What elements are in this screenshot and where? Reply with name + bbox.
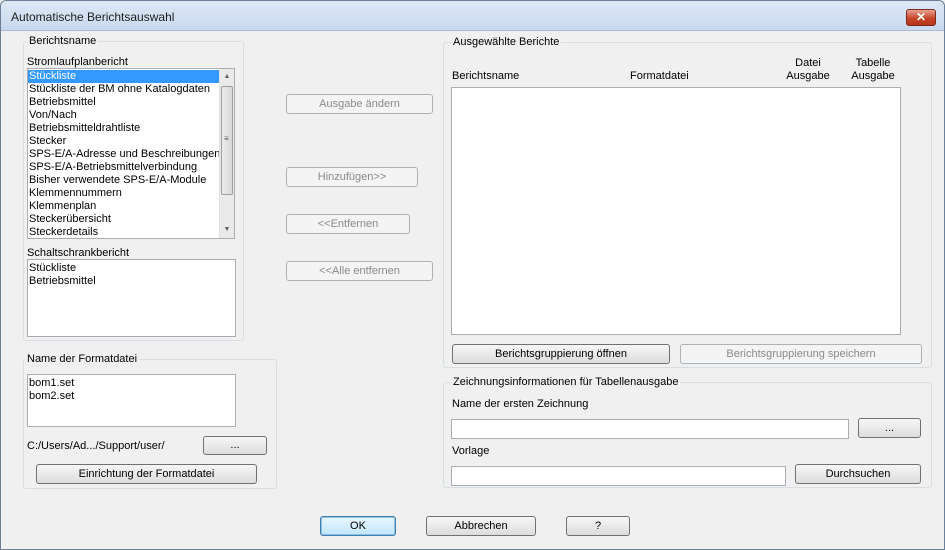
schematic-report-item[interactable]: Betriebsmitteldrahtliste — [28, 122, 219, 135]
schematic-report-item[interactable]: Betriebsmittel — [28, 96, 219, 109]
grip-icon: ≡ — [224, 134, 229, 143]
schematic-report-list[interactable]: Stückliste Stückliste der BM ohne Katalog… — [27, 68, 235, 239]
schematic-report-item[interactable]: Klemmennummern — [28, 187, 219, 200]
first-drawing-browse-button[interactable]: ... — [858, 418, 921, 438]
schematic-report-item[interactable]: SPS-E/A-Betriebsmittelverbindung — [28, 161, 219, 174]
format-file-list[interactable]: bom1.set bom2.set — [27, 374, 236, 427]
panel-report-item[interactable]: Stückliste — [28, 262, 235, 275]
first-drawing-input[interactable] — [451, 419, 849, 439]
schematic-report-item[interactable]: Bisher verwendete SPS-E/A-Module — [28, 174, 219, 187]
selected-reports-list[interactable] — [451, 87, 901, 335]
schematic-report-item[interactable]: Klemmenplan — [28, 200, 219, 213]
panel-report-label: Schaltschrankbericht — [27, 247, 130, 259]
remove-button[interactable]: <<Entfernen — [286, 214, 410, 234]
cancel-button[interactable]: Abbrechen — [426, 516, 536, 536]
selected-reports-group-label: Ausgewählte Berichte — [451, 36, 562, 48]
schematic-report-item[interactable]: Stückliste der BM ohne Katalogdaten — [28, 83, 219, 96]
schematic-list-scrollbar[interactable]: ▲ ≡ ▼ — [219, 69, 234, 238]
schematic-report-item[interactable]: Stecker — [28, 135, 219, 148]
report-selection-dialog: Automatische Berichtsauswahl ✕ Berichtsn… — [0, 0, 945, 550]
column-report-name: Berichtsname — [452, 70, 520, 82]
format-file-path: C:/Users/Ad.../Support/user/ — [27, 440, 165, 452]
format-file-group-label: Name der Formatdatei — [25, 353, 140, 365]
scroll-down-icon[interactable]: ▼ — [220, 223, 234, 237]
change-output-button[interactable]: Ausgabe ändern — [286, 94, 433, 114]
help-button[interactable]: ? — [566, 516, 630, 536]
panel-report-item[interactable]: Betriebsmittel — [28, 275, 235, 288]
dialog-title: Automatische Berichtsauswahl — [11, 10, 175, 24]
column-format-file: Formatdatei — [630, 70, 689, 82]
template-search-button[interactable]: Durchsuchen — [795, 464, 921, 484]
remove-all-button[interactable]: <<Alle entfernen — [286, 261, 433, 281]
template-input[interactable] — [451, 466, 786, 486]
title-bar: Automatische Berichtsauswahl ✕ — [1, 1, 944, 31]
ok-button[interactable]: OK — [320, 516, 396, 536]
open-grouping-button[interactable]: Berichtsgruppierung öffnen — [452, 344, 670, 364]
schematic-report-item[interactable]: Steckerdetails — [28, 226, 219, 238]
schematic-report-item[interactable]: Stückliste — [28, 70, 219, 83]
panel-report-list[interactable]: Stückliste Betriebsmittel — [27, 259, 236, 337]
format-file-item[interactable]: bom2.set — [28, 390, 235, 403]
add-button[interactable]: Hinzufügen>> — [286, 167, 418, 187]
schematic-report-item[interactable]: Von/Nach — [28, 109, 219, 122]
save-grouping-button[interactable]: Berichtsgruppierung speichern — [680, 344, 922, 364]
report-name-group-label: Berichtsname — [27, 35, 99, 47]
close-icon[interactable]: ✕ — [906, 9, 936, 26]
template-label: Vorlage — [452, 445, 490, 457]
format-file-item[interactable]: bom1.set — [28, 377, 235, 390]
column-table-output: Tabelle Ausgabe — [851, 57, 895, 82]
schematic-report-label: Stromlaufplanbericht — [27, 56, 128, 68]
format-file-setup-button[interactable]: Einrichtung der Formatdatei — [36, 464, 257, 484]
schematic-report-item[interactable]: Steckerübersicht — [28, 213, 219, 226]
scroll-thumb[interactable]: ≡ — [221, 86, 233, 195]
first-drawing-label: Name der ersten Zeichnung — [452, 398, 589, 410]
scroll-up-icon[interactable]: ▲ — [220, 70, 234, 84]
schematic-report-item[interactable]: SPS-E/A-Adresse und Beschreibungen — [28, 148, 220, 161]
column-file-output: Datei Ausgabe — [786, 57, 830, 82]
format-file-browse-button[interactable]: ... — [203, 436, 267, 455]
drawing-info-group-label: Zeichnungsinformationen für Tabellenausg… — [451, 376, 681, 388]
